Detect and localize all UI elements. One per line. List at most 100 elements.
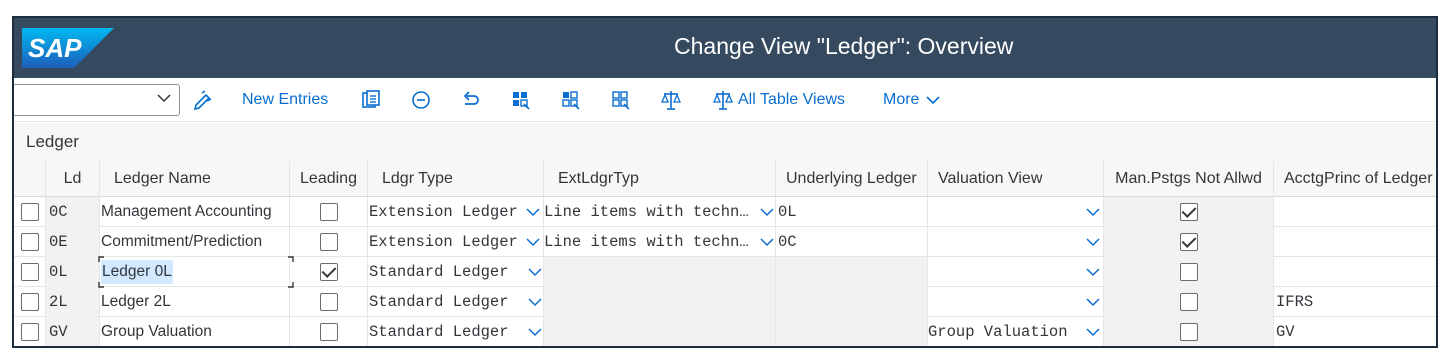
man-pstgs-checkbox[interactable] — [1179, 263, 1198, 281]
man-pstgs-cell[interactable] — [1104, 227, 1274, 257]
row-select-checkbox[interactable] — [20, 323, 39, 341]
row-select-cell[interactable] — [14, 257, 46, 287]
valuation-view-dropdown[interactable]: Group Valuation — [928, 317, 1104, 346]
leading-cell[interactable] — [290, 197, 368, 227]
edit-button[interactable] — [192, 88, 214, 112]
ldgr-type-dropdown[interactable]: Standard Ledger — [368, 257, 544, 287]
ldgr-type-value: Standard Ledger — [369, 323, 509, 341]
underlying-ledger-field[interactable] — [776, 257, 928, 287]
leading-checkbox[interactable] — [319, 323, 338, 341]
undo-button[interactable] — [460, 88, 482, 112]
column-header-extldgrtyp[interactable]: ExtLdgrTyp — [544, 161, 776, 197]
ldgr-type-dropdown[interactable]: Extension Ledger — [368, 227, 544, 257]
valuation-view-value: Group Valuation — [928, 323, 1068, 341]
valuation-view-dropdown[interactable] — [928, 227, 1104, 257]
row-select-cell[interactable] — [14, 197, 46, 227]
man-pstgs-checkbox[interactable] — [1179, 293, 1198, 311]
delete-icon — [412, 91, 430, 109]
leading-checkbox[interactable] — [319, 293, 338, 311]
acctg-princ-field[interactable] — [1274, 227, 1436, 257]
column-header-valuation-view[interactable]: Valuation View — [928, 161, 1104, 197]
copy-icon — [362, 90, 380, 108]
leading-cell[interactable] — [290, 287, 368, 317]
ext-ldgr-typ-dropdown[interactable] — [544, 257, 776, 287]
ext-ldgr-typ-dropdown[interactable] — [544, 317, 776, 346]
table-row: 2L Ledger 2L Standard Ledger IFRS — [14, 287, 1436, 317]
select-all-button[interactable] — [510, 88, 532, 112]
command-field[interactable] — [14, 84, 180, 116]
table-row: GV Group Valuation Standard Ledger Group Va… — [14, 317, 1436, 346]
row-select-checkbox[interactable] — [20, 263, 39, 281]
more-button[interactable]: More — [883, 88, 941, 112]
column-header-leading[interactable]: Leading — [290, 161, 368, 197]
leading-checkbox[interactable] — [319, 203, 338, 221]
valuation-view-dropdown[interactable] — [928, 257, 1104, 287]
acctg-princ-field[interactable] — [1274, 257, 1436, 287]
chevron-down-icon — [926, 96, 941, 105]
column-header-ld[interactable]: Ld — [46, 161, 100, 197]
select-all-icon — [513, 92, 530, 110]
man-pstgs-cell[interactable] — [1104, 197, 1274, 227]
all-table-views-button[interactable]: All Table Views — [712, 88, 845, 112]
valuation-view-dropdown[interactable] — [928, 197, 1104, 227]
column-header-underlying-ledger[interactable]: Underlying Ledger — [776, 161, 928, 197]
ldgr-type-dropdown[interactable]: Standard Ledger — [368, 287, 544, 317]
ldgr-type-dropdown[interactable]: Standard Ledger — [368, 317, 544, 346]
column-header-man-pstgs[interactable]: Man.Pstgs Not Allwd — [1104, 161, 1274, 197]
select-block-button[interactable] — [560, 88, 582, 112]
ledger-name-cell[interactable]: Commitment/Prediction — [100, 227, 290, 257]
underlying-ledger-field[interactable] — [776, 317, 928, 346]
compare-button[interactable] — [660, 88, 682, 112]
row-select-checkbox[interactable] — [20, 233, 39, 251]
leading-checkbox[interactable] — [319, 263, 338, 281]
acctg-princ-field[interactable]: GV — [1274, 317, 1436, 346]
valuation-view-dropdown[interactable] — [928, 287, 1104, 317]
chevron-down-icon — [1086, 208, 1100, 217]
leading-cell[interactable] — [290, 227, 368, 257]
deselect-all-button[interactable] — [610, 88, 632, 112]
delete-button[interactable] — [410, 88, 432, 112]
new-entries-label: New Entries — [242, 91, 329, 108]
row-select-cell[interactable] — [14, 287, 46, 317]
acctg-princ-field[interactable] — [1274, 197, 1436, 227]
ld-cell: 0L — [46, 257, 100, 287]
ledger-name-cell[interactable]: Ledger 2L — [100, 287, 290, 317]
ext-ldgr-typ-dropdown[interactable]: Line items with techn… — [544, 197, 776, 227]
select-all-column-header[interactable] — [14, 161, 46, 197]
man-pstgs-checkbox[interactable] — [1179, 233, 1198, 251]
leading-checkbox[interactable] — [319, 233, 338, 251]
underlying-ledger-field[interactable]: 0L — [776, 197, 928, 227]
row-select-checkbox[interactable] — [20, 293, 39, 311]
row-select-cell[interactable] — [14, 317, 46, 346]
section-title: Ledger — [26, 132, 79, 151]
man-pstgs-checkbox[interactable] — [1179, 203, 1198, 221]
man-pstgs-cell[interactable] — [1104, 317, 1274, 346]
ld-cell: 0E — [46, 227, 100, 257]
ext-ldgr-typ-dropdown[interactable]: Line items with techn… — [544, 227, 776, 257]
shell-bar: SAP Change View "Ledger": Overview — [14, 18, 1436, 78]
ext-ldgr-typ-dropdown[interactable] — [544, 287, 776, 317]
row-select-cell[interactable] — [14, 227, 46, 257]
row-select-checkbox[interactable] — [20, 203, 39, 221]
column-header-ledger-name[interactable]: Ledger Name — [100, 161, 290, 197]
toolbar: New Entries All Table Views More — [14, 78, 1436, 122]
man-pstgs-checkbox[interactable] — [1179, 323, 1198, 341]
underlying-ledger-field[interactable]: 0C — [776, 227, 928, 257]
ldgr-type-dropdown[interactable]: Extension Ledger — [368, 197, 544, 227]
ledger-name-cell[interactable]: Group Valuation — [100, 317, 290, 346]
ldgr-type-value: Extension Ledger — [369, 233, 518, 251]
column-header-ldgr-type[interactable]: Ldgr Type — [368, 161, 544, 197]
underlying-ledger-field[interactable] — [776, 287, 928, 317]
new-entries-button[interactable]: New Entries — [242, 88, 328, 112]
man-pstgs-cell[interactable] — [1104, 257, 1274, 287]
acctg-princ-field[interactable]: IFRS — [1274, 287, 1436, 317]
man-pstgs-cell[interactable] — [1104, 287, 1274, 317]
copy-button[interactable] — [360, 88, 382, 112]
leading-cell[interactable] — [290, 317, 368, 346]
ledger-name-cell[interactable]: Management Accounting — [100, 197, 290, 227]
ext-ldgr-typ-value: Line items with techn… — [544, 233, 749, 251]
all-table-views-label: All Table Views — [738, 91, 846, 108]
compare-icon — [661, 91, 681, 110]
leading-cell[interactable] — [290, 257, 368, 287]
column-header-acctg-princ[interactable]: AcctgPrinc of Ledger — [1274, 161, 1436, 197]
